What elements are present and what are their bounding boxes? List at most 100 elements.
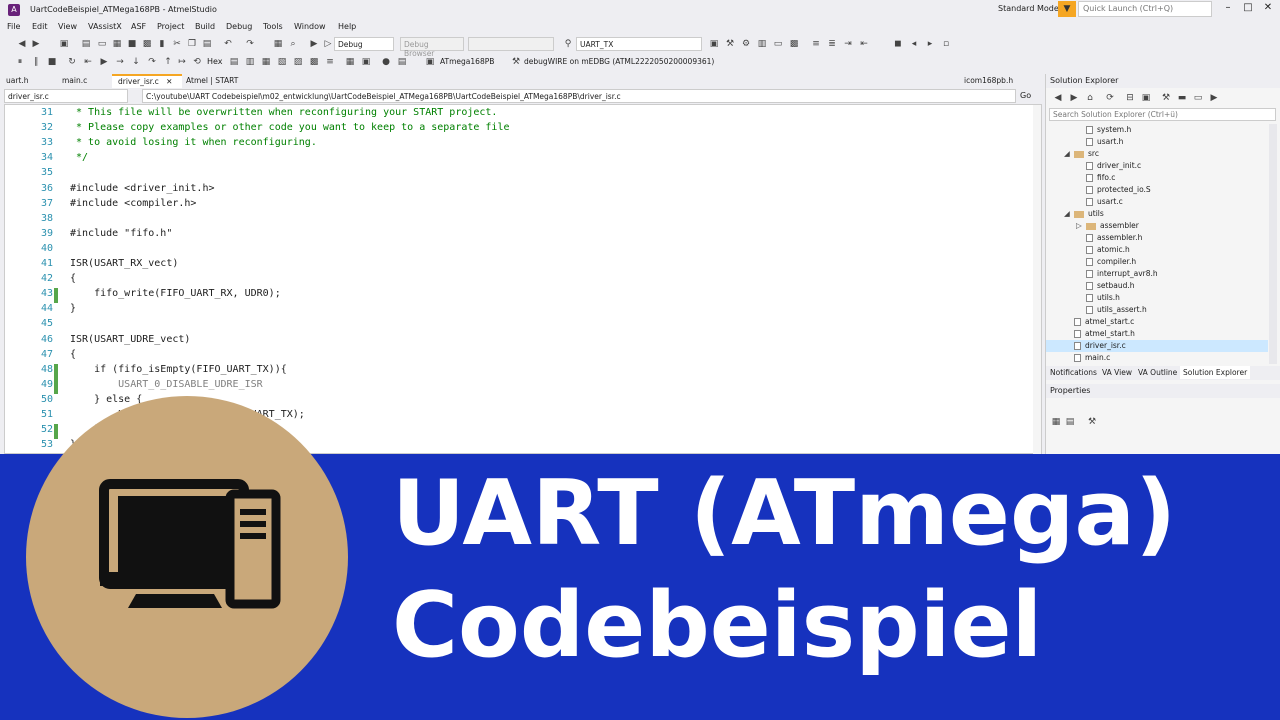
tab-atmel-start[interactable]: Atmel | START (180, 74, 244, 88)
minimize-icon[interactable]: – (1218, 2, 1238, 13)
open-icon[interactable]: ▤ (80, 38, 92, 50)
expanded-arrow-icon[interactable]: ◢ (1064, 208, 1074, 220)
quick-launch-input[interactable]: Quick Launch (Ctrl+Q) (1078, 1, 1212, 17)
tree-file[interactable]: fifo.c (1046, 172, 1268, 184)
menu-tools[interactable]: Tools (263, 22, 283, 31)
tree-folder[interactable]: ◢ src (1046, 148, 1268, 160)
tree-file[interactable]: utils_assert.h (1046, 304, 1268, 316)
menu-window[interactable]: Window (294, 22, 326, 31)
open-folder-icon[interactable]: ▭ (96, 38, 108, 50)
tab-notifications[interactable]: Notifications (1050, 368, 1097, 377)
clear-bookmarks-icon[interactable]: ▫ (940, 38, 952, 50)
tree-file[interactable]: usart.h (1046, 136, 1268, 148)
platform-dropdown[interactable] (468, 37, 554, 51)
solution-search-input[interactable]: Search Solution Explorer (Ctrl+ü) (1049, 108, 1276, 121)
bookmark-icon[interactable]: ◼ (892, 38, 904, 50)
menu-asf[interactable]: ASF (131, 22, 146, 31)
tab-va-view[interactable]: VA View (1102, 368, 1132, 377)
forward-icon[interactable]: ▶ (30, 38, 42, 50)
window-icon[interactable]: ▭ (772, 38, 784, 50)
restart-icon[interactable]: ↻ (66, 56, 78, 68)
tree-file[interactable]: driver_isr.c (1046, 340, 1268, 352)
break-all-icon[interactable]: ⏸ (14, 56, 26, 68)
forward-icon[interactable]: ▶ (1068, 92, 1080, 104)
start-debug-icon[interactable]: ▶ (308, 38, 320, 50)
symbol-dropdown[interactable]: UART_TX (576, 37, 702, 51)
tree-folder[interactable]: ▷ assembler (1046, 220, 1268, 232)
pause-icon[interactable]: ∥ (30, 56, 42, 68)
menu-debug[interactable]: Debug (226, 22, 252, 31)
save-all-icon[interactable]: ▩ (141, 38, 153, 50)
tab-solution-explorer[interactable]: Solution Explorer (1180, 366, 1251, 379)
show-next-icon[interactable]: → (114, 56, 126, 68)
continue-icon[interactable]: ▶ (98, 56, 110, 68)
tab-va-outline[interactable]: VA Outline (1138, 368, 1177, 377)
io-view-icon[interactable]: ▧ (276, 56, 288, 68)
stop-icon[interactable]: ■ (46, 56, 58, 68)
tool-icon[interactable]: ⚒ (510, 56, 522, 68)
config-dropdown[interactable]: Debug (334, 37, 394, 51)
locals-icon[interactable]: ▦ (344, 56, 356, 68)
step-out-icon[interactable]: ↑ (162, 56, 174, 68)
collapsed-arrow-icon[interactable]: ▷ (1076, 220, 1086, 232)
tab-close-icon[interactable]: ✕ (166, 77, 172, 86)
navigate-icon[interactable]: ▦ (272, 38, 284, 50)
tab-main-c[interactable]: main.c (56, 74, 93, 88)
indent-icon[interactable]: ⇥ (842, 38, 854, 50)
scope-dropdown[interactable]: driver_isr.c (4, 89, 128, 103)
show-all-icon[interactable]: ▣ (1140, 92, 1152, 104)
tab-icom168pb-h[interactable]: icom168pb.h (958, 74, 1019, 88)
debug-browser-dropdown[interactable]: Debug Browser (400, 37, 464, 58)
find-icon[interactable]: ⌕ (287, 38, 299, 50)
menu-edit[interactable]: Edit (32, 22, 48, 31)
preview-icon[interactable]: ▭ (1192, 92, 1204, 104)
scissors-icon[interactable]: ✂ (171, 38, 183, 50)
maximize-icon[interactable]: □ (1238, 2, 1258, 13)
property-pages-icon[interactable]: ⚒ (1086, 416, 1098, 428)
step-over-icon[interactable]: ↷ (146, 56, 158, 68)
device-programming-icon[interactable]: ▣ (708, 38, 720, 50)
new-project-icon[interactable]: ▣ (58, 38, 70, 50)
tree-file[interactable]: atmel_start.c (1046, 316, 1268, 328)
tree-file[interactable]: main.c (1046, 352, 1268, 364)
breakpoints-icon[interactable]: ● (380, 56, 392, 68)
menu-view[interactable]: View (58, 22, 77, 31)
expanded-arrow-icon[interactable]: ◢ (1064, 148, 1074, 160)
sync-icon[interactable]: ⟳ (1104, 92, 1116, 104)
wrench-icon[interactable]: ⚒ (724, 38, 736, 50)
undo-icon[interactable]: ↶ (222, 38, 234, 50)
redo-icon[interactable]: ↷ (244, 38, 256, 50)
chip-icon[interactable]: ▩ (788, 38, 800, 50)
menu-help[interactable]: Help (338, 22, 356, 31)
tree-file[interactable]: system.h (1046, 124, 1268, 136)
add-item-icon[interactable]: ▦ (111, 38, 123, 50)
call-stack-icon[interactable]: ≡ (324, 56, 336, 68)
back-icon[interactable]: ◀ (16, 38, 28, 50)
tree-file[interactable]: protected_io.S (1046, 184, 1268, 196)
cut-icon[interactable]: ▮ (156, 38, 168, 50)
outdent-icon[interactable]: ⇤ (858, 38, 870, 50)
output-icon[interactable]: ▤ (396, 56, 408, 68)
tree-folder[interactable]: ◢ utils (1046, 208, 1268, 220)
categorized-icon[interactable]: ▦ (1050, 416, 1062, 428)
tree-file[interactable]: driver_init.c (1046, 160, 1268, 172)
registers-icon[interactable]: ▥ (244, 56, 256, 68)
view-code-icon[interactable]: ▶ (1208, 92, 1220, 104)
collapse-icon[interactable]: ⊟ (1124, 92, 1136, 104)
tree-file[interactable]: atomic.h (1046, 244, 1268, 256)
home-icon[interactable]: ⌂ (1084, 92, 1096, 104)
hex-toggle[interactable]: Hex (207, 57, 223, 66)
autos-icon[interactable]: ▣ (360, 56, 372, 68)
save-icon[interactable]: ■ (126, 38, 138, 50)
processor-icon[interactable]: ▩ (308, 56, 320, 68)
tree-file[interactable]: interrupt_avr8.h (1046, 268, 1268, 280)
uncomment-icon[interactable]: ≣ (826, 38, 838, 50)
close-icon[interactable]: ✕ (1258, 2, 1278, 13)
tree-file[interactable]: utils.h (1046, 292, 1268, 304)
alphabetical-icon[interactable]: ▤ (1064, 416, 1076, 428)
comment-icon[interactable]: ≡ (810, 38, 822, 50)
menu-build[interactable]: Build (195, 22, 215, 31)
tab-driver-isr-c[interactable]: driver_isr.c ✕ (112, 74, 182, 88)
menu-vassistx[interactable]: VAssistX (88, 22, 122, 31)
find-symbol-icon[interactable]: ⚲ (562, 38, 574, 50)
